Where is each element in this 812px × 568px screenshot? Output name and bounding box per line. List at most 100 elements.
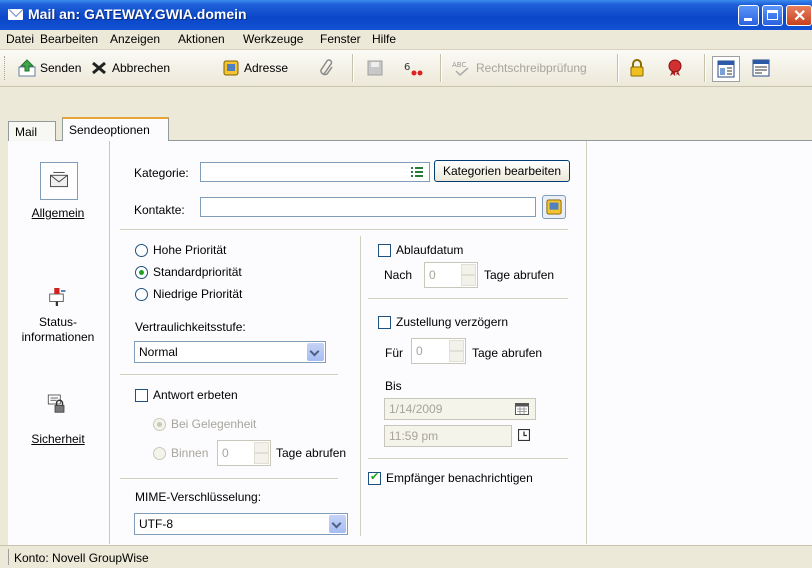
cancel-button[interactable]: Abbrechen [90, 58, 170, 78]
menu-datei[interactable]: Datei [6, 32, 34, 46]
attach-button[interactable] [318, 58, 340, 78]
menu-werkzeuge[interactable]: Werkzeuge [243, 32, 303, 46]
security-lock-icon [47, 394, 65, 413]
expiration-days-stepper[interactable]: 0 [424, 262, 478, 288]
radio-circle [135, 244, 148, 257]
divider [368, 298, 568, 300]
mime-encoding-select[interactable]: UTF-8 [134, 513, 348, 535]
maximize-button[interactable] [762, 5, 783, 26]
menu-hilfe[interactable]: Hilfe [372, 32, 396, 46]
address-button[interactable]: Adresse [222, 58, 288, 78]
spellcheck-button[interactable]: ABC Rechtschreibprüfung [452, 58, 587, 78]
until-date-input[interactable]: 1/14/2009 [384, 398, 536, 420]
general-envelope-icon [40, 162, 78, 200]
column-divider [360, 236, 361, 536]
spellcheck-icon: ABC [452, 61, 469, 77]
spin-up-icon[interactable] [254, 442, 269, 453]
paperclip-icon [320, 59, 333, 76]
spin-up-icon[interactable] [449, 340, 464, 351]
delay-days-stepper[interactable]: 0 [411, 338, 466, 364]
address-book-icon [223, 60, 239, 76]
contacts-input[interactable] [200, 197, 536, 217]
maximize-icon [767, 10, 778, 20]
minimize-icon [744, 18, 752, 21]
cancel-x-icon [92, 61, 106, 75]
spin-down-icon[interactable] [449, 351, 464, 362]
menu-aktionen[interactable]: Aktionen [178, 32, 225, 46]
checkbox-box [378, 316, 391, 329]
address-check-button[interactable]: 6 [402, 58, 428, 78]
divider [368, 458, 568, 460]
tab-mail[interactable]: Mail [8, 121, 56, 141]
title-bar[interactable]: Mail an: GATEWAY.GWIA.domein ✕ [0, 0, 812, 30]
svg-text:ABC: ABC [452, 61, 466, 69]
spin-up-icon[interactable] [461, 264, 476, 275]
category-input[interactable] [200, 162, 430, 182]
svg-text:6: 6 [404, 62, 410, 73]
toolbar-grip[interactable] [4, 56, 8, 80]
confidentiality-select[interactable]: Normal [134, 341, 326, 363]
sidebar-security-label: Sicherheit [31, 432, 85, 446]
mail-envelope-icon [8, 9, 23, 20]
send-button[interactable]: Senden [18, 58, 81, 78]
sidebar-item-security[interactable]: Sicherheit [16, 392, 100, 447]
radio-circle [135, 288, 148, 301]
mail-view-toggle-button[interactable] [712, 56, 740, 82]
expiration-days-label: Tage abrufen [484, 268, 555, 282]
reply-within-days-stepper[interactable]: 0 [217, 440, 271, 466]
toolbar-separator [352, 54, 354, 82]
calendar-icon[interactable] [515, 403, 529, 415]
close-icon: ✕ [793, 8, 807, 25]
menu-fenster[interactable]: Fenster [320, 32, 361, 46]
divider [120, 478, 338, 480]
tab-send-options[interactable]: Sendeoptionen [62, 117, 169, 141]
window-title: Mail an: GATEWAY.GWIA.domein [28, 6, 247, 22]
minimize-button[interactable] [738, 5, 759, 26]
send-icon [18, 59, 36, 77]
divider [120, 229, 568, 231]
radio-circle [153, 418, 166, 431]
spin-down-icon[interactable] [461, 275, 476, 286]
delay-for-label: Für [385, 346, 403, 360]
menu-anzeigen[interactable]: Anzeigen [110, 32, 160, 46]
until-time-input[interactable]: 11:59 pm [384, 425, 512, 447]
divider [120, 374, 338, 376]
clock-icon[interactable] [518, 429, 530, 441]
sidebar-item-status[interactable]: Status- informationen [16, 285, 100, 345]
chevron-down-icon[interactable] [307, 343, 324, 361]
category-label: Kategorie: [134, 166, 189, 180]
send-options-view-icon [752, 59, 770, 77]
radio-circle [135, 266, 148, 279]
seal-ribbon-icon [668, 59, 682, 76]
panel-divider [586, 141, 587, 544]
sidebar-status-label-2: informationen [21, 330, 95, 344]
category-list-icon[interactable] [411, 167, 423, 177]
menu-bearbeiten[interactable]: Bearbeiten [40, 32, 98, 46]
floppy-disk-icon [367, 60, 383, 76]
save-button[interactable] [366, 58, 388, 78]
contacts-address-book-button[interactable] [542, 195, 566, 219]
sidebar-item-general[interactable]: Allgemein [16, 162, 100, 221]
contacts-label: Kontakte: [134, 203, 185, 217]
encrypt-button[interactable] [628, 58, 650, 78]
status-mailbox-icon [49, 288, 66, 306]
close-button[interactable]: ✕ [786, 5, 812, 26]
toolbar-separator [440, 54, 442, 82]
toolbar-separator [704, 54, 706, 82]
spin-down-icon[interactable] [254, 453, 269, 464]
sign-button[interactable] [666, 58, 688, 78]
account-status: Konto: Novell GroupWise [14, 551, 149, 565]
padlock-icon [630, 59, 644, 77]
chevron-down-icon[interactable] [329, 515, 346, 533]
spellcheck-label: Rechtschreibprüfung [476, 61, 587, 75]
address-check-icon: 6 [404, 62, 423, 76]
cancel-label: Abbrechen [112, 61, 171, 75]
send-options-view-button[interactable] [752, 58, 774, 78]
status-bar: Konto: Novell GroupWise [0, 545, 812, 568]
edit-categories-button[interactable]: Kategorien bearbeiten [434, 160, 570, 182]
toolbar: Senden Abbrechen Adresse 6 ABC Rechtschr… [0, 50, 812, 87]
delay-days-label: Tage abrufen [472, 346, 543, 360]
mail-view-icon [717, 60, 735, 78]
radio-circle [153, 447, 166, 460]
send-label: Senden [40, 61, 82, 75]
